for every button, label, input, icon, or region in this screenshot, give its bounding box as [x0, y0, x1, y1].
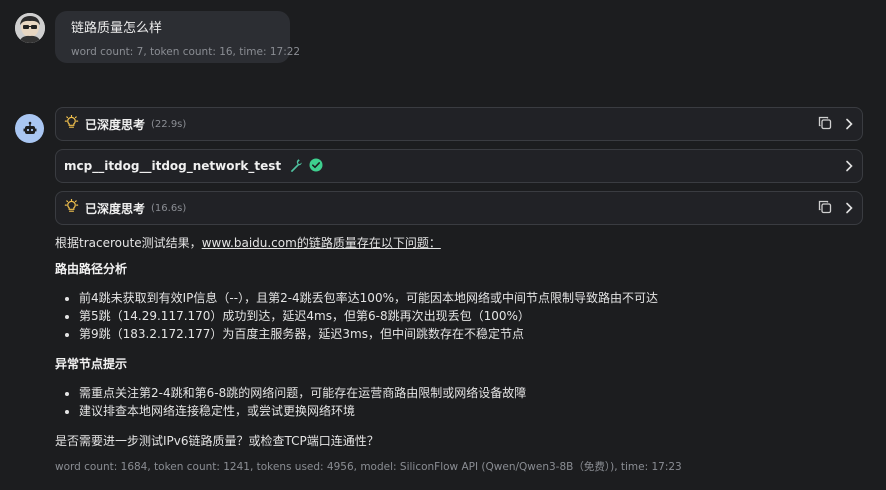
assistant-answer: 根据traceroute测试结果，www.baidu.com的链路质量存在以下问…: [55, 234, 855, 450]
routing-list: 前4跳未获取到有效IP信息（--），且第2-4跳丢包率达100%，可能因本地网络…: [55, 289, 855, 343]
list-item: 第5跳（14.29.117.170）成功到达，延迟4ms，但第6-8跳再次出现丢…: [79, 307, 855, 325]
lightbulb-icon: [64, 114, 79, 134]
section-title-routing: 路由路径分析: [55, 262, 128, 276]
copy-icon[interactable]: [818, 115, 832, 134]
answer-question: 是否需要进一步测试IPv6链路质量？或检查TCP端口连通性？: [55, 434, 379, 448]
lightbulb-icon: [64, 198, 79, 218]
chevron-right-icon[interactable]: [844, 115, 854, 134]
answer-intro-link[interactable]: www.baidu.com的链路质量存在以下问题：: [202, 236, 441, 250]
section-title-anomaly: 异常节点提示: [55, 357, 128, 371]
user-message-text: 链路质量怎么样: [71, 21, 163, 36]
thinking-panel-2[interactable]: 已深度思考 (16.6s): [55, 191, 863, 225]
list-item: 建议排查本地网络连接稳定性，或尝试更换网络环境: [79, 402, 855, 420]
user-avatar: [15, 13, 45, 43]
wrench-icon: [289, 157, 303, 176]
thinking-panel-1[interactable]: 已深度思考 (22.9s): [55, 107, 863, 141]
copy-icon[interactable]: [818, 199, 832, 218]
tool-call-name: mcp__itdog__itdog_network_test: [64, 159, 282, 173]
thinking-title: 已深度思考: [85, 201, 146, 216]
thinking-duration: (22.9s): [151, 118, 187, 130]
tool-call-panel[interactable]: mcp__itdog__itdog_network_test: [55, 149, 863, 183]
user-message-meta: word count: 7, token count: 16, time: 17…: [71, 46, 301, 58]
check-circle-icon: [309, 157, 323, 176]
chevron-right-icon[interactable]: [844, 199, 854, 218]
anomaly-list: 需重点关注第2-4跳和第6-8跳的网络问题，可能存在运营商路由限制或网络设备故障…: [55, 384, 855, 420]
assistant-message-meta: word count: 1684, token count: 1241, tok…: [55, 461, 682, 473]
assistant-avatar: [15, 114, 44, 143]
thinking-duration: (16.6s): [151, 202, 187, 214]
thinking-title: 已深度思考: [85, 117, 146, 132]
list-item: 第9跳（183.2.172.177）为百度主服务器，延迟3ms，但中间跳数存在不…: [79, 325, 855, 343]
answer-intro: 根据traceroute测试结果，www.baidu.com的链路质量存在以下问…: [55, 234, 855, 252]
list-item: 需重点关注第2-4跳和第6-8跳的网络问题，可能存在运营商路由限制或网络设备故障: [79, 384, 855, 402]
chevron-right-icon[interactable]: [844, 157, 854, 176]
robot-icon: [23, 121, 36, 134]
list-item: 前4跳未获取到有效IP信息（--），且第2-4跳丢包率达100%，可能因本地网络…: [79, 289, 855, 307]
user-message-bubble: 链路质量怎么样 word count: 7, token count: 16, …: [55, 11, 301, 63]
answer-intro-prefix: 根据traceroute测试结果，: [55, 236, 202, 250]
